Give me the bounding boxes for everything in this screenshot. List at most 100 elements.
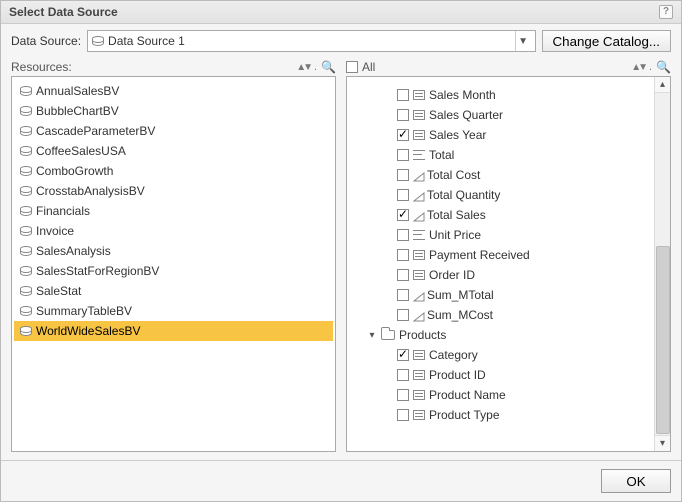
field-checkbox[interactable]: [397, 249, 409, 261]
datasource-icon: [20, 126, 32, 136]
field-row[interactable]: Sum_MCost: [353, 305, 652, 325]
resource-item[interactable]: CascadeParameterBV: [14, 121, 333, 141]
field-rows-icon: [413, 370, 425, 380]
search-icon[interactable]: 🔍: [656, 60, 671, 74]
all-checkbox[interactable]: [346, 61, 358, 73]
group-row-products[interactable]: ▾ Products: [353, 325, 652, 345]
resource-item[interactable]: CoffeeSalesUSA: [14, 141, 333, 161]
field-row[interactable]: Product Name: [353, 385, 652, 405]
resource-item-label: CrosstabAnalysisBV: [36, 184, 145, 198]
scrollbar[interactable]: ▴ ▾: [654, 77, 670, 451]
field-row[interactable]: Total Quantity: [353, 185, 652, 205]
fields-listbox: Sales Month Sales QuarterSales Year Total T…: [346, 76, 671, 452]
field-checkbox[interactable]: [397, 129, 409, 141]
field-label: Sales Month: [429, 88, 496, 102]
datasource-icon: [20, 206, 32, 216]
field-row[interactable]: Total Sales: [353, 205, 652, 225]
resource-item-label: AnnualSalesBV: [36, 84, 119, 98]
group-label: Products: [399, 328, 446, 342]
fields-tree[interactable]: Sales Month Sales QuarterSales Year Total T…: [347, 77, 670, 451]
data-source-select[interactable]: Data Source 1 ▼: [87, 30, 536, 52]
field-measure-icon: [413, 171, 423, 180]
datasource-icon: [92, 36, 104, 46]
field-checkbox[interactable]: [397, 229, 409, 241]
field-row[interactable]: Product ID: [353, 365, 652, 385]
field-row[interactable]: Unit Price: [353, 225, 652, 245]
dialog-title: Select Data Source: [9, 5, 118, 19]
field-label: Total: [429, 148, 454, 162]
resource-item[interactable]: SalesStatForRegionBV: [14, 261, 333, 281]
ok-button[interactable]: OK: [601, 469, 671, 493]
field-label: Order ID: [429, 268, 475, 282]
scroll-up-icon[interactable]: ▴: [655, 77, 671, 93]
titlebar: Select Data Source ?: [1, 1, 681, 24]
field-row[interactable]: Payment Received: [353, 245, 652, 265]
help-icon[interactable]: ?: [659, 5, 673, 19]
resource-item[interactable]: SaleStat: [14, 281, 333, 301]
expander-icon[interactable]: ▾: [367, 330, 377, 341]
data-source-selected: Data Source 1: [108, 34, 185, 48]
change-catalog-button[interactable]: Change Catalog...: [542, 30, 671, 52]
resource-item[interactable]: SalesAnalysis: [14, 241, 333, 261]
field-checkbox[interactable]: [397, 169, 409, 181]
field-checkbox[interactable]: [397, 309, 409, 321]
resources-listbox: AnnualSalesBV BubbleChartBVCascadeParamet…: [11, 76, 336, 452]
field-label: Unit Price: [429, 228, 481, 242]
dialog-content: Data Source: Data Source 1 ▼ Change Cata…: [1, 24, 681, 460]
field-rows-icon: [413, 110, 425, 120]
field-row[interactable]: Sum_MTotal: [353, 285, 652, 305]
resource-item[interactable]: Invoice: [14, 221, 333, 241]
sort-icon[interactable]: ▲▼: [631, 62, 645, 73]
resource-item[interactable]: BubbleChartBV: [14, 101, 333, 121]
field-row[interactable]: Sales Quarter: [353, 105, 652, 125]
resource-item[interactable]: ComboGrowth: [14, 161, 333, 181]
field-label: Payment Received: [429, 248, 530, 262]
datasource-icon: [20, 326, 32, 336]
field-row[interactable]: Category: [353, 345, 652, 365]
resource-item[interactable]: CrosstabAnalysisBV: [14, 181, 333, 201]
field-checkbox[interactable]: [397, 209, 409, 221]
field-label: Total Sales: [427, 208, 486, 222]
resource-item[interactable]: WorldWideSalesBV: [14, 321, 333, 341]
field-checkbox[interactable]: [397, 369, 409, 381]
field-row[interactable]: Sales Month: [353, 85, 652, 105]
field-row[interactable]: Total: [353, 145, 652, 165]
field-row[interactable]: Product Type: [353, 405, 652, 425]
folder-icon: [381, 330, 395, 340]
datasource-icon: [20, 86, 32, 96]
field-label: Total Cost: [427, 168, 480, 182]
field-checkbox[interactable]: [397, 89, 409, 101]
datasource-icon: [20, 266, 32, 276]
datasource-icon: [20, 226, 32, 236]
resource-item[interactable]: AnnualSalesBV: [14, 81, 333, 101]
resource-item-label: Invoice: [36, 224, 74, 238]
field-checkbox[interactable]: [397, 269, 409, 281]
scrollbar-thumb[interactable]: [656, 246, 670, 434]
field-row[interactable]: Sales Year: [353, 125, 652, 145]
scroll-down-icon[interactable]: ▾: [655, 435, 671, 451]
field-row[interactable]: Order ID: [353, 265, 652, 285]
datasource-icon: [20, 146, 32, 156]
resource-item-label: CoffeeSalesUSA: [36, 144, 126, 158]
all-label: All: [362, 60, 375, 74]
field-checkbox[interactable]: [397, 409, 409, 421]
select-data-source-dialog: Select Data Source ? Data Source: Data S…: [0, 0, 682, 502]
field-rows-icon: [413, 410, 425, 420]
sort-icon[interactable]: ▲▼: [296, 62, 310, 73]
resource-item[interactable]: SummaryTableBV: [14, 301, 333, 321]
datasource-icon: [20, 166, 32, 176]
search-icon[interactable]: 🔍: [321, 60, 336, 74]
resources-header: Resources: ▲▼ . 🔍: [11, 58, 336, 76]
resources-list[interactable]: AnnualSalesBV BubbleChartBVCascadeParamet…: [12, 77, 335, 451]
resource-item[interactable]: Financials: [14, 201, 333, 221]
field-measure-icon: [413, 291, 423, 300]
field-checkbox[interactable]: [397, 149, 409, 161]
field-checkbox[interactable]: [397, 289, 409, 301]
field-checkbox[interactable]: [397, 349, 409, 361]
field-checkbox[interactable]: [397, 109, 409, 121]
datasource-icon: [20, 246, 32, 256]
field-row[interactable]: Total Cost: [353, 165, 652, 185]
field-checkbox[interactable]: [397, 389, 409, 401]
field-checkbox[interactable]: [397, 189, 409, 201]
resources-label: Resources:: [11, 60, 72, 74]
